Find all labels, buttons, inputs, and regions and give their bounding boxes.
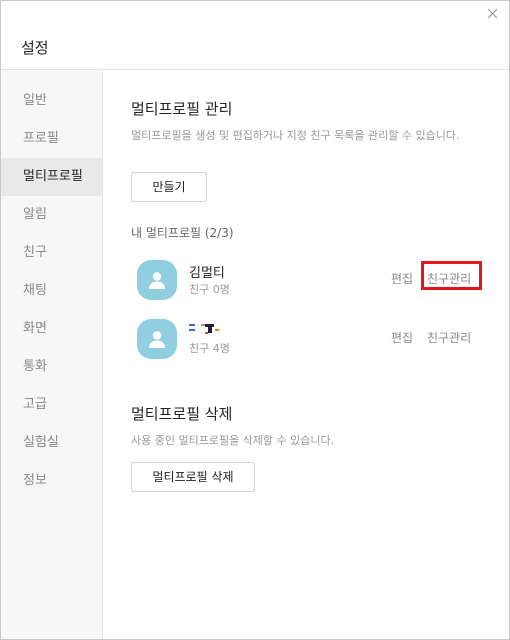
avatar[interactable] (137, 260, 177, 300)
sidebar-item-advanced[interactable]: 고급 (1, 386, 102, 424)
manage-section-description: 멀티프로필을 생성 및 편집하거나 지정 친구 목록을 관리할 수 있습니다. (131, 129, 460, 142)
sidebar-item-notifications[interactable]: 알림 (1, 196, 102, 234)
manage-section-title: 멀티프로필 관리 (131, 100, 233, 118)
sidebar-item-multiprofile[interactable]: 멀티프로필 (1, 158, 102, 196)
avatar[interactable] (137, 319, 177, 359)
sidebar-item-friends[interactable]: 친구 (1, 234, 102, 272)
sidebar-item-display[interactable]: 화면 (1, 310, 102, 348)
highlight-box (421, 261, 482, 290)
my-multiprofile-count: 내 멀티프로필 (2/3) (131, 226, 234, 240)
sidebar-item-profile[interactable]: 프로필 (1, 120, 102, 158)
list-item: 친구 4명 편집 친구관리 (131, 317, 489, 363)
close-button[interactable] (485, 6, 501, 22)
manage-friends-link[interactable]: 친구관리 (427, 329, 471, 346)
person-icon (149, 331, 165, 348)
delete-profile-button[interactable]: 멀티프로필 삭제 (131, 462, 255, 492)
delete-section-title: 멀티프로필 삭제 (131, 405, 233, 423)
delete-section-description: 사용 중인 멀티프로필을 삭제할 수 있습니다. (131, 434, 335, 447)
sidebar-item-info[interactable]: 정보 (1, 462, 102, 500)
person-icon (149, 272, 165, 289)
sidebar: 일반 프로필 멀티프로필 알림 친구 채팅 화면 통화 고급 실험실 정보 (1, 70, 103, 639)
edit-profile-link[interactable]: 편집 (391, 329, 413, 346)
create-profile-button[interactable]: 만들기 (131, 172, 207, 202)
profile-name-emoji-icon (189, 324, 219, 334)
sidebar-item-labs[interactable]: 실험실 (1, 424, 102, 462)
profile-friend-count: 친구 0명 (189, 283, 230, 296)
edit-profile-link[interactable]: 편집 (391, 270, 413, 287)
profile-name: 김멀티 (189, 266, 225, 281)
list-item: 김멀티 친구 0명 편집 친구관리 (131, 258, 489, 304)
sidebar-item-calls[interactable]: 통화 (1, 348, 102, 386)
sidebar-item-chats[interactable]: 채팅 (1, 272, 102, 310)
close-icon (487, 8, 498, 19)
sidebar-item-general[interactable]: 일반 (1, 82, 102, 120)
window-title: 설정 (21, 39, 49, 57)
settings-window: 설정 일반 프로필 멀티프로필 알림 친구 채팅 화면 통화 고급 실험실 정보… (0, 0, 510, 640)
profile-friend-count: 친구 4명 (189, 342, 230, 355)
content-panel: 멀티프로필 관리 멀티프로필을 생성 및 편집하거나 지정 친구 목록을 관리할… (131, 70, 489, 639)
